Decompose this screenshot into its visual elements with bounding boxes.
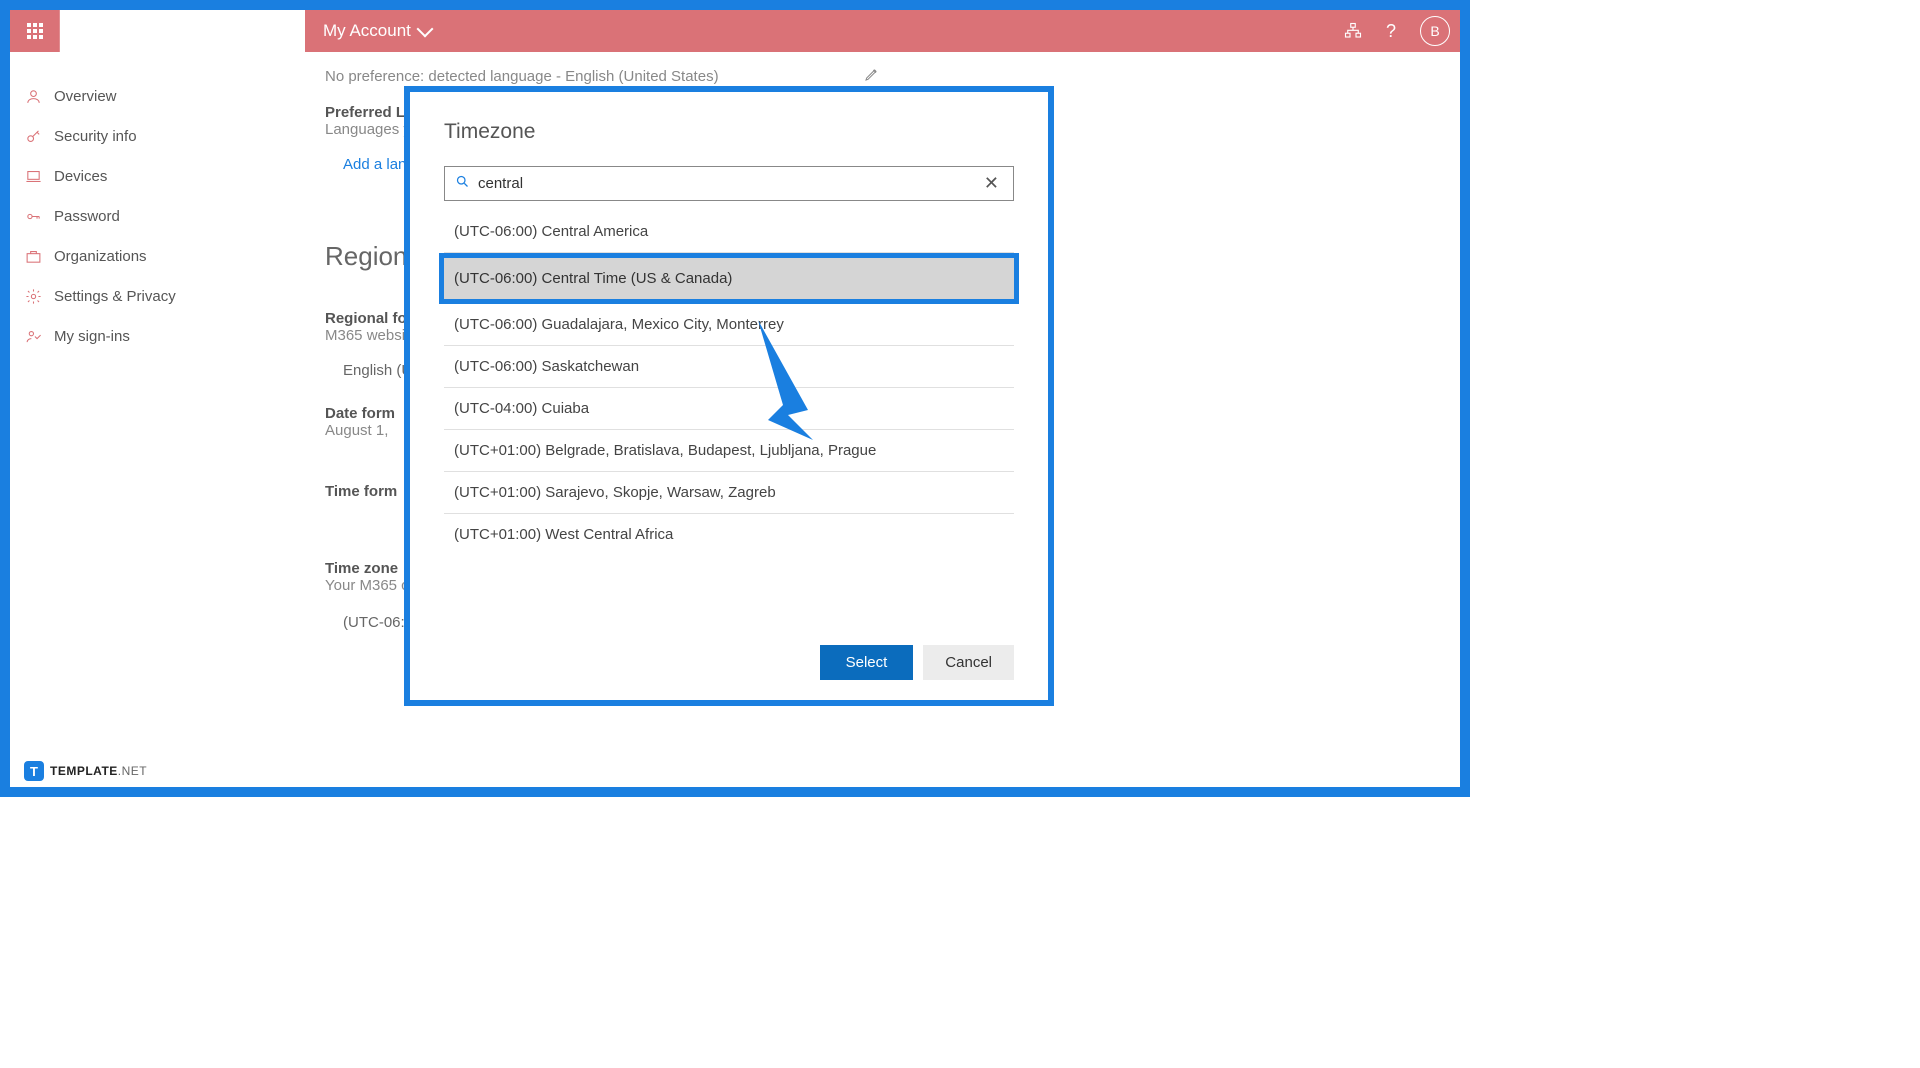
edit-pencil-icon[interactable] [864, 66, 880, 86]
watermark-text: TEMPLATE.NET [50, 764, 147, 778]
modal-inner: Timezone ✕ (UTC-06:00) Central America (… [410, 92, 1048, 700]
org-chart-icon[interactable] [1344, 22, 1362, 40]
top-bar: My Account ? B [10, 10, 1460, 52]
sidebar-item-password[interactable]: Password [10, 196, 260, 236]
page-title: My Account [323, 21, 411, 41]
timezone-option-highlighted-wrap: (UTC-06:00) Central Time (US & Canada) [439, 253, 1019, 304]
waffle-icon [27, 23, 43, 39]
timezone-option[interactable]: (UTC-06:00) Guadalajara, Mexico City, Mo… [444, 304, 1014, 346]
laptop-icon [24, 167, 42, 185]
timezone-option[interactable]: (UTC-06:00) Central America [444, 211, 1014, 253]
sidebar: Overview Security info Devices Password … [10, 70, 260, 362]
avatar-initial: B [1430, 23, 1439, 39]
sidebar-item-settings[interactable]: Settings & Privacy [10, 276, 260, 316]
watermark: T TEMPLATE.NET [24, 761, 147, 781]
timezone-option[interactable]: (UTC+01:00) Belgrade, Bratislava, Budape… [444, 430, 1014, 472]
app-launcher-button[interactable] [10, 10, 60, 52]
sidebar-spacer [60, 10, 305, 52]
timezone-option-highlighted[interactable]: (UTC-06:00) Central Time (US & Canada) [444, 258, 1014, 299]
sidebar-item-overview[interactable]: Overview [10, 76, 260, 116]
sidebar-item-label: My sign-ins [54, 328, 130, 345]
timezone-option[interactable]: (UTC-04:00) Cuiaba [444, 388, 1014, 430]
timezone-option[interactable]: (UTC-06:00) Saskatchewan [444, 346, 1014, 388]
timezone-option[interactable]: (UTC+01:00) Sarajevo, Skopje, Warsaw, Za… [444, 472, 1014, 514]
person-icon [24, 87, 42, 105]
briefcase-icon [24, 247, 42, 265]
sidebar-item-security[interactable]: Security info [10, 116, 260, 156]
cancel-button[interactable]: Cancel [923, 645, 1014, 680]
topbar-right: ? B [1344, 10, 1450, 52]
timezone-modal: Timezone ✕ (UTC-06:00) Central America (… [404, 86, 1054, 706]
search-box[interactable]: ✕ [444, 166, 1014, 201]
chevron-down-icon [416, 21, 433, 38]
select-button[interactable]: Select [820, 645, 914, 680]
sidebar-item-label: Password [54, 208, 120, 225]
user-avatar[interactable]: B [1420, 16, 1450, 46]
sidebar-item-label: Organizations [54, 248, 147, 265]
search-icon [455, 174, 470, 193]
sidebar-item-label: Devices [54, 168, 107, 185]
gear-icon [24, 287, 42, 305]
lock-key-icon [24, 207, 42, 225]
modal-title: Timezone [444, 120, 1014, 144]
sidebar-item-signins[interactable]: My sign-ins [10, 316, 260, 356]
sidebar-item-devices[interactable]: Devices [10, 156, 260, 196]
signin-icon [24, 327, 42, 345]
modal-buttons: Select Cancel [444, 625, 1014, 680]
help-icon[interactable]: ? [1386, 21, 1396, 42]
sidebar-item-organizations[interactable]: Organizations [10, 236, 260, 276]
clear-search-icon[interactable]: ✕ [980, 173, 1003, 194]
my-account-dropdown[interactable]: My Account [305, 10, 449, 52]
sidebar-item-label: Settings & Privacy [54, 288, 176, 305]
key-icon [24, 127, 42, 145]
timezone-option[interactable]: (UTC+01:00) West Central Africa [444, 514, 1014, 555]
sidebar-item-label: Overview [54, 88, 117, 105]
timezone-search-input[interactable] [478, 175, 980, 192]
sidebar-item-label: Security info [54, 128, 137, 145]
watermark-badge-text: T [30, 764, 38, 779]
app-viewport: My Account ? B Overview Security info De… [0, 0, 1470, 797]
detected-language-text: No preference: detected language - Engli… [325, 68, 719, 85]
timezone-list: (UTC-06:00) Central America (UTC-06:00) … [444, 211, 1014, 625]
watermark-badge-icon: T [24, 761, 44, 781]
